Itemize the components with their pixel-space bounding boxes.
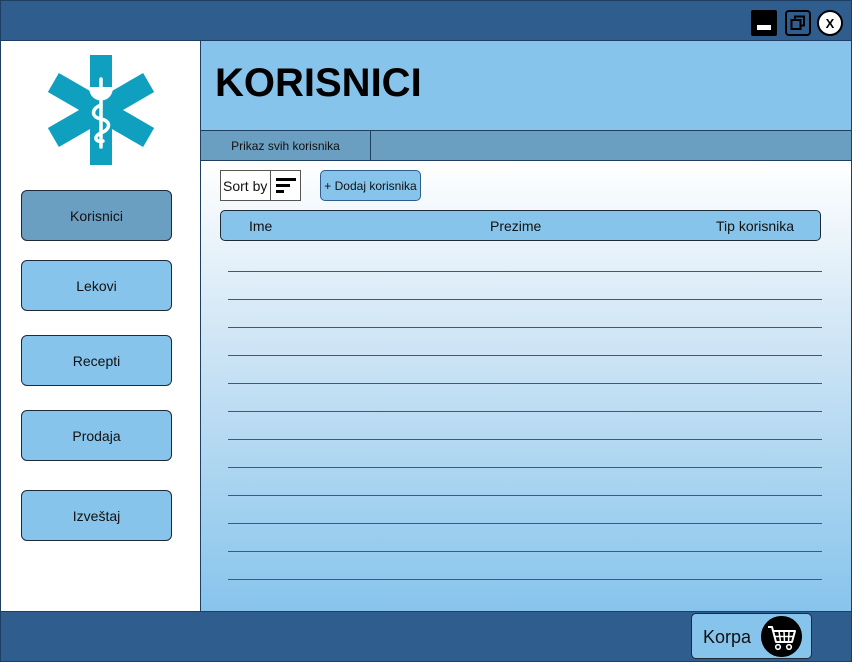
sidebar-item-label: Lekovi bbox=[76, 277, 117, 294]
table-row-divider bbox=[228, 467, 822, 468]
sort-by-control[interactable]: Sort by bbox=[220, 170, 301, 201]
sidebar-item-izvestaj[interactable]: Izveštaj bbox=[21, 490, 172, 541]
column-header-ime[interactable]: Ime bbox=[249, 218, 272, 234]
sort-label: Sort by bbox=[223, 177, 268, 194]
restore-icon bbox=[790, 15, 805, 30]
restore-button[interactable] bbox=[785, 10, 811, 36]
shopping-cart-icon bbox=[761, 616, 802, 657]
sidebar-item-label: Recepti bbox=[72, 352, 121, 369]
minimize-icon bbox=[757, 24, 771, 30]
cart-label: Korpa bbox=[703, 627, 752, 647]
star-of-life-icon bbox=[47, 55, 155, 165]
table-row-divider bbox=[228, 523, 822, 524]
add-user-label: + Dodaj korisnika bbox=[324, 178, 417, 193]
table-row-divider bbox=[228, 495, 822, 496]
table-row-divider bbox=[228, 383, 822, 384]
title-bar: X bbox=[0, 0, 852, 41]
sidebar: Korisnici Lekovi Recepti Prodaja Izvešta… bbox=[0, 41, 201, 611]
table-row-divider bbox=[228, 299, 822, 300]
table-header: Ime Prezime Tip korisnika bbox=[220, 210, 821, 241]
table-row-divider bbox=[228, 411, 822, 412]
table-row-divider bbox=[228, 327, 822, 328]
main-content: Sort by + Dodaj korisnika Ime Prezime Ti… bbox=[201, 161, 852, 611]
column-header-prezime[interactable]: Prezime bbox=[490, 218, 541, 234]
column-header-tip-korisnika[interactable]: Tip korisnika bbox=[716, 218, 794, 234]
sidebar-item-lekovi[interactable]: Lekovi bbox=[21, 260, 172, 311]
tab-prikaz-svih-korisnika[interactable]: Prikaz svih korisnika bbox=[201, 131, 371, 160]
page-title: KORISNICI bbox=[215, 61, 422, 105]
table-row-divider bbox=[228, 271, 822, 272]
sort-icon bbox=[270, 171, 300, 200]
cart-button[interactable]: Korpa bbox=[691, 613, 812, 659]
close-icon: X bbox=[825, 15, 835, 31]
add-user-button[interactable]: + Dodaj korisnika bbox=[320, 170, 421, 201]
sidebar-item-korisnici[interactable]: Korisnici bbox=[21, 190, 172, 241]
minimize-button[interactable] bbox=[751, 10, 777, 36]
table-row-divider bbox=[228, 439, 822, 440]
close-button[interactable]: X bbox=[817, 10, 843, 36]
sidebar-item-recepti[interactable]: Recepti bbox=[21, 335, 172, 386]
table-row-divider bbox=[228, 551, 822, 552]
sidebar-item-label: Izveštaj bbox=[72, 507, 121, 524]
page-header: KORISNICI bbox=[201, 41, 852, 131]
footer-bar: Korpa bbox=[0, 611, 852, 662]
sidebar-item-label: Korisnici bbox=[70, 207, 123, 224]
sidebar-item-prodaja[interactable]: Prodaja bbox=[21, 410, 172, 461]
sidebar-item-label: Prodaja bbox=[72, 427, 121, 444]
table-row-divider bbox=[228, 355, 822, 356]
table-row-divider bbox=[228, 579, 822, 580]
tab-bar: Prikaz svih korisnika bbox=[201, 131, 852, 161]
tab-label: Prikaz svih korisnika bbox=[231, 138, 340, 153]
